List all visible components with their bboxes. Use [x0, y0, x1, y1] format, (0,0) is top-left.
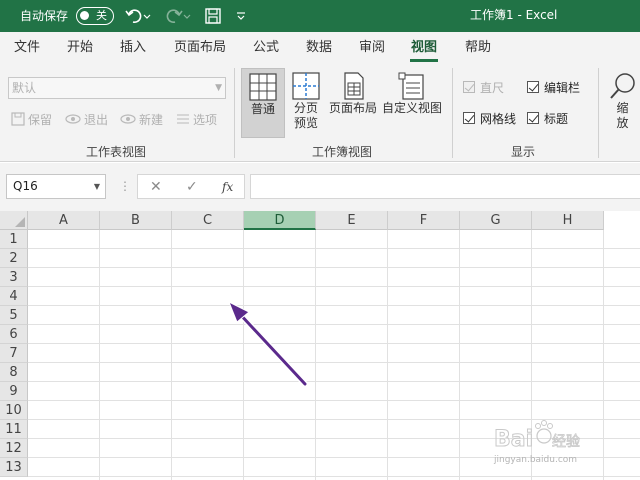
watermark-url: jingyan.baidu.com [494, 455, 578, 465]
svg-text:Bai: Bai [494, 427, 533, 452]
svg-text:经验: 经验 [552, 434, 580, 450]
